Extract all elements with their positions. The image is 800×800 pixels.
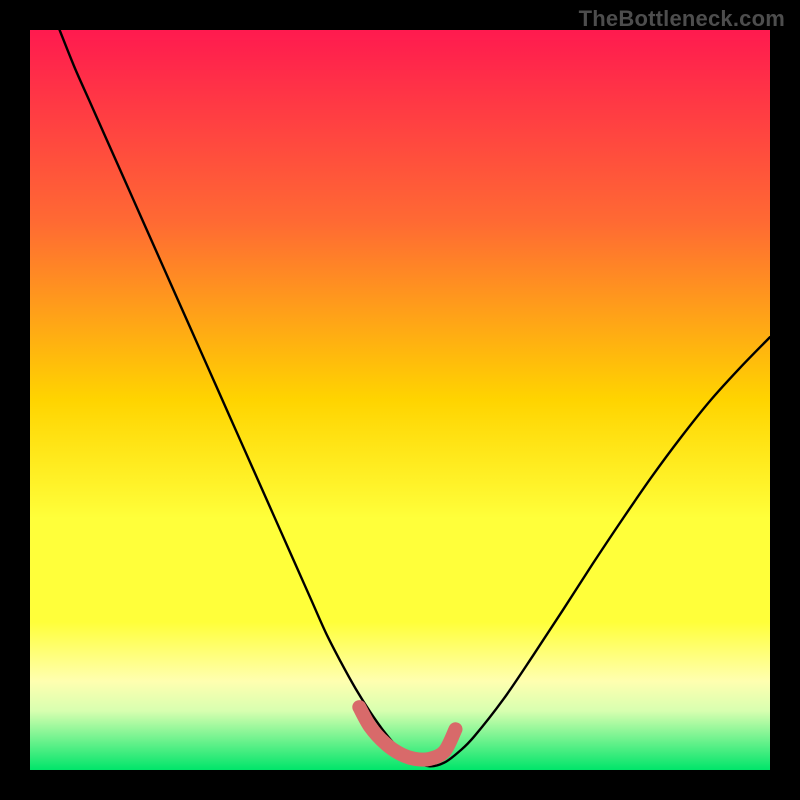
chart-frame: TheBottleneck.com xyxy=(0,0,800,800)
plot-area xyxy=(30,30,770,770)
highlight-segment xyxy=(30,30,770,770)
watermark-text: TheBottleneck.com xyxy=(579,6,785,32)
